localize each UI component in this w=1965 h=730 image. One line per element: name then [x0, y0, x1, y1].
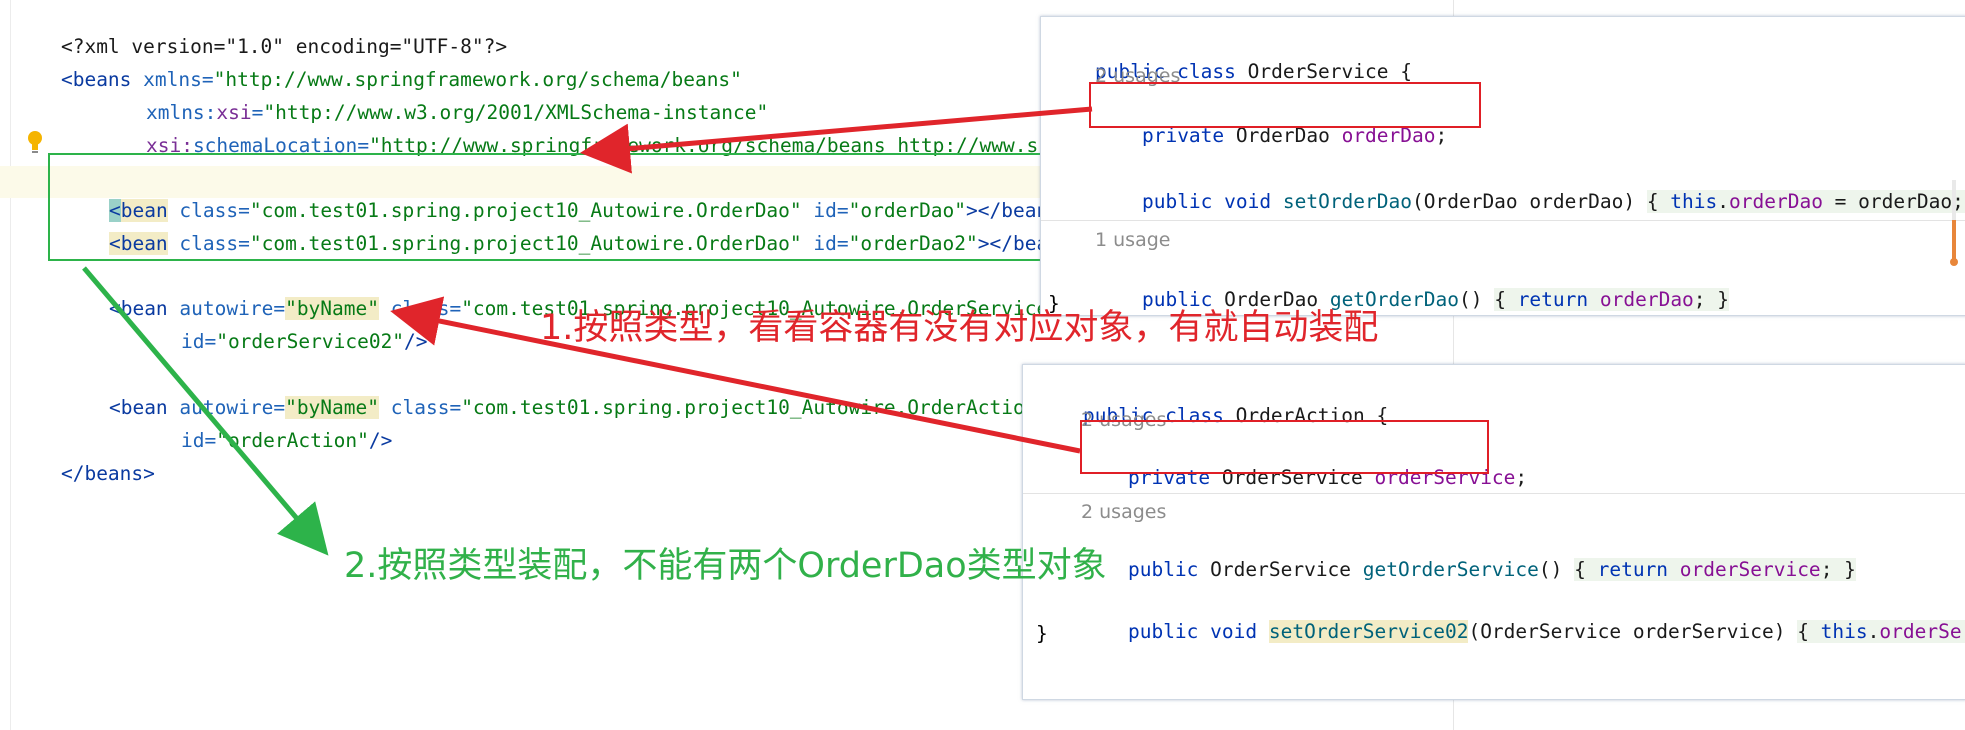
bean-orderaction-id-line: id="orderAction"/> — [134, 396, 392, 452]
orderaction-close-brace: } — [1036, 622, 1048, 645]
gutter-divider — [10, 0, 11, 730]
red-highlight-box-orderdao — [1089, 82, 1481, 128]
setorderservice02-line: public void setOrderService02(OrderServi… — [1081, 587, 1965, 643]
bean-orderservice-id-line: id="orderService02"/> — [134, 297, 428, 353]
panel-separator — [1041, 220, 1965, 221]
bean4-class-value: "com.test01.spring.project10_Autowire.Or… — [461, 396, 1049, 419]
green-highlight-box — [48, 153, 1048, 261]
memory-indicator-icon — [1950, 180, 1958, 266]
usage-hint[interactable]: 2 usages — [1081, 497, 1166, 527]
bean4-id-value: "orderAction" — [216, 429, 369, 452]
orderservice-code-panel: public class OrderService { 2 usages pri… — [1040, 16, 1965, 316]
bean3-id-value: "orderService02" — [216, 330, 405, 353]
orderaction-code-panel: public class OrderAction { 2 usages priv… — [1022, 364, 1965, 700]
orderservice-class-decl: public class OrderService { — [1094, 60, 1412, 83]
beans-close-line: </beans> — [14, 429, 155, 485]
orderaction-class-decl: public class OrderAction { — [1082, 404, 1389, 427]
getorderdao-line: public OrderDao getOrderDao() { return o… — [1141, 288, 1730, 311]
annotation-no-duplicate-type: 2.按照类型装配，不能有两个OrderDao类型对象 — [344, 546, 1107, 586]
schema-location-line: xsi:schemaLocation="http://www.springfra… — [145, 134, 1062, 157]
bean-orderaction-line: <bean autowire="byName" class="com.test0… — [62, 363, 1048, 419]
annotation-type-autowire: 1.按照类型，看看容器有没有对应对象，有就自动装配 — [540, 308, 1379, 348]
getorderservice-line: public OrderService getOrderService() { … — [1127, 558, 1856, 581]
bean-orderservice-line: <bean autowire="byName" class="com.test0… — [62, 264, 1060, 320]
bean3-id-attr: id= — [180, 330, 217, 353]
xml-declaration-line: <?xml version="1.0" encoding="UTF-8"?> — [14, 2, 507, 58]
xmlns-xsi-line: xmlns:xsi="http://www.w3.org/2001/XMLSch… — [145, 101, 769, 124]
bean3-close: /> — [404, 330, 428, 353]
setorderdao-line: public void setOrderDao(OrderDao orderDa… — [1095, 157, 1965, 213]
lightbulb-icon[interactable] — [26, 130, 44, 156]
beans-close-tag: </beans> — [60, 462, 155, 485]
panel-separator — [1023, 493, 1965, 494]
bean4-id-attr: id= — [180, 429, 217, 452]
bean4-close: /> — [368, 429, 393, 452]
beans-open-line: <beans xmlns="http://www.springframework… — [14, 35, 742, 91]
red-highlight-box-orderservice — [1080, 420, 1489, 474]
usage-hint[interactable]: 1 usage — [1095, 225, 1170, 255]
